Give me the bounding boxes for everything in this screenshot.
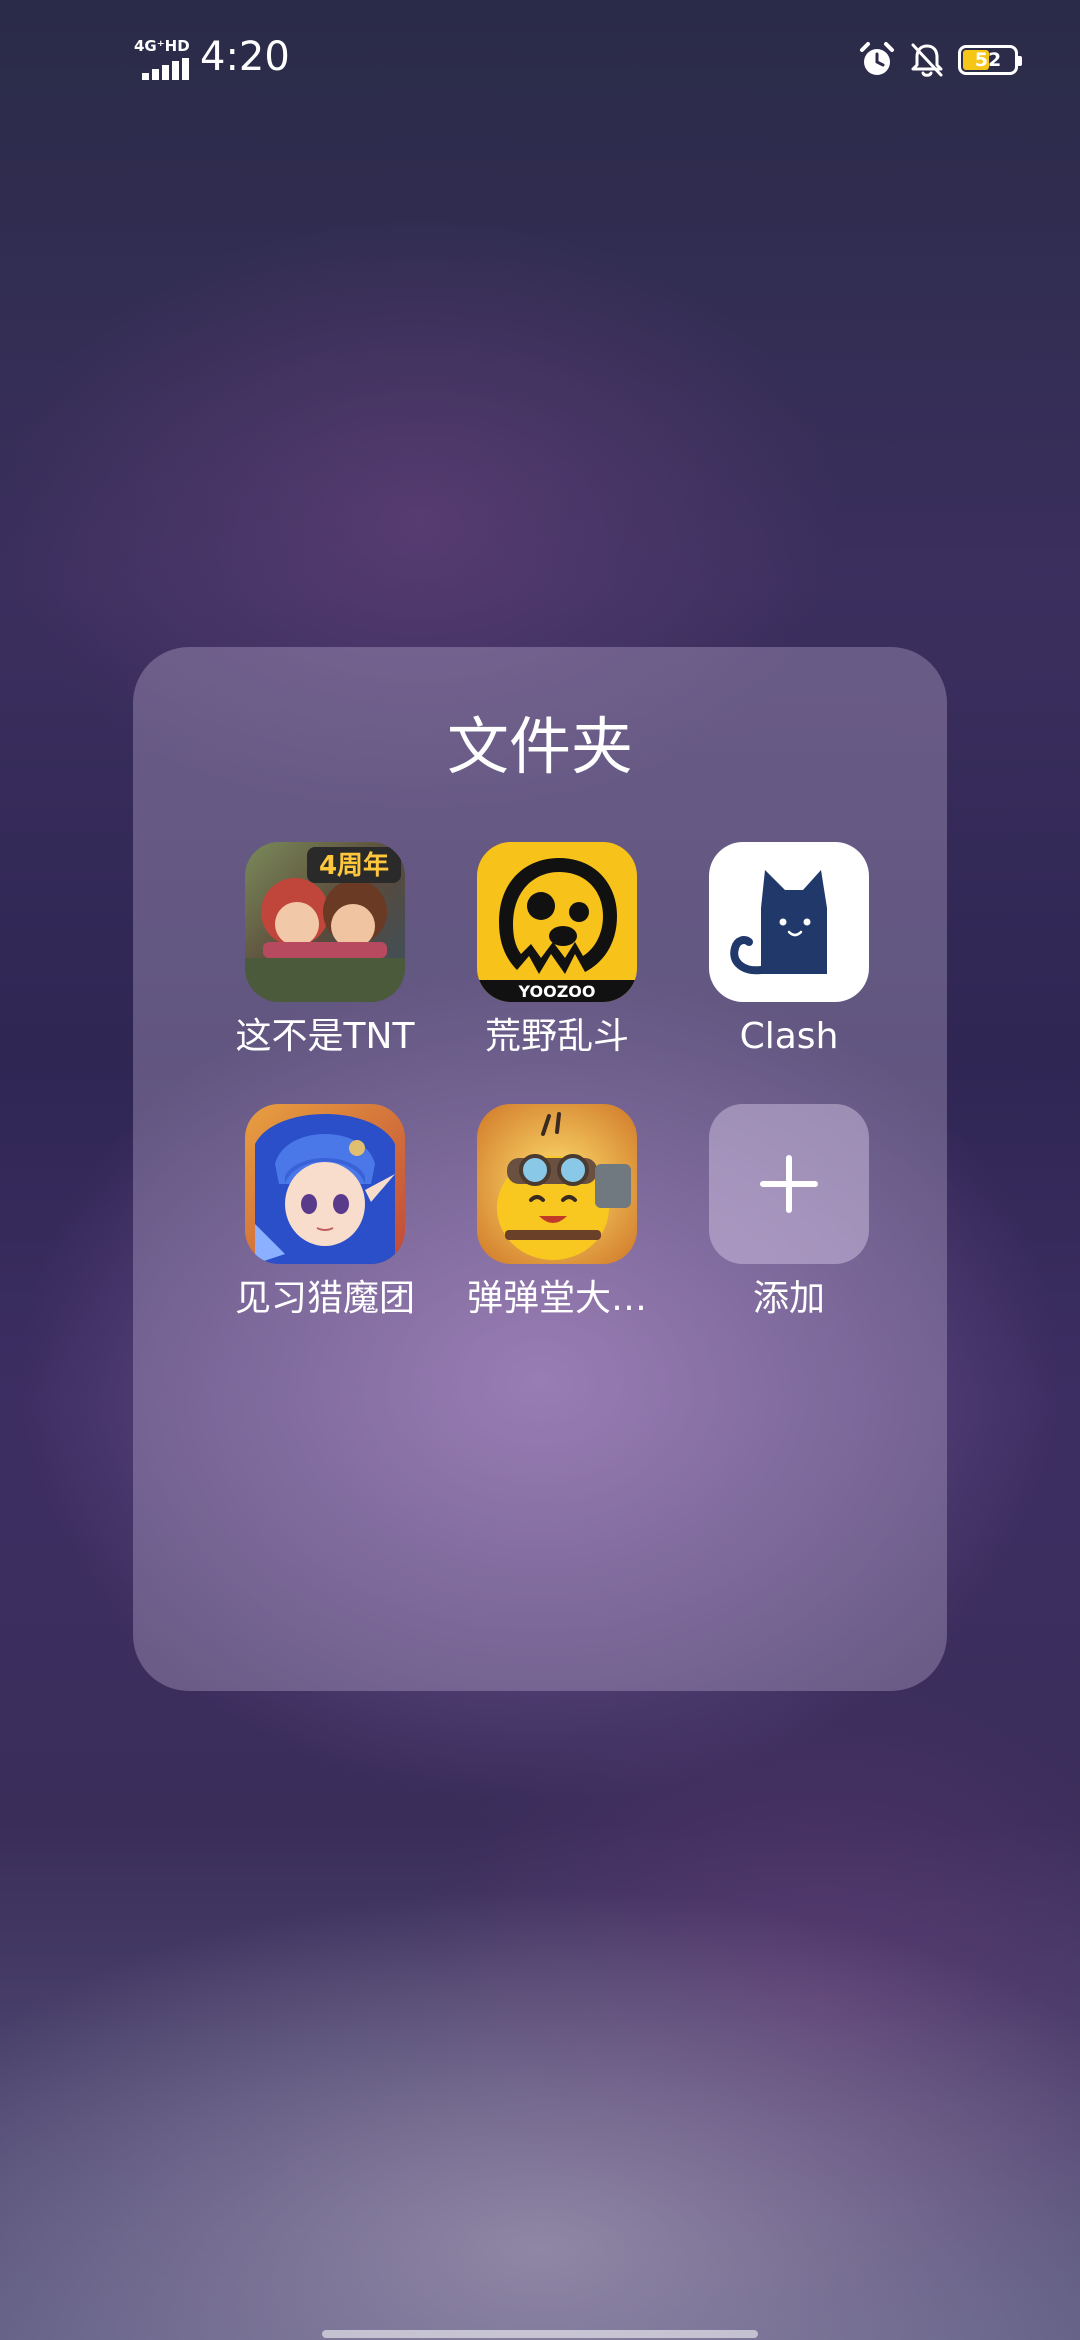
app-folder: 文件夹 4周年 这不是TNT YOOZOO 荒野乱斗 Clash 见习猎魔团 弹… [133, 647, 947, 1691]
hunter-girl-icon[interactable] [245, 1104, 405, 1264]
battery-terminal [1018, 56, 1022, 66]
signal-bars-icon [142, 58, 189, 80]
cellular-signal: 4G⁺HD [134, 38, 192, 80]
home-indicator[interactable] [322, 2330, 758, 2338]
tnt-game-icon[interactable]: 4周年 [245, 842, 405, 1002]
status-bar: 4G⁺HD 4:20 52 [0, 0, 1080, 120]
folder-title[interactable]: 文件夹 [133, 707, 947, 787]
brawl-stars-icon[interactable]: YOOZOO [477, 842, 637, 1002]
app-label-ddtank[interactable]: 弹弹堂大… [441, 1276, 673, 1322]
alarm-icon [860, 42, 894, 75]
app-label-add[interactable]: 添加 [673, 1276, 905, 1322]
tnt-badge-text: 4周年 [319, 850, 389, 881]
status-icons: 52 [858, 40, 1022, 80]
app-label-clash[interactable]: Clash [673, 1014, 905, 1060]
app-label-brawl-stars[interactable]: 荒野乱斗 [441, 1014, 673, 1060]
plus-icon[interactable] [709, 1104, 869, 1264]
app-label-hunter[interactable]: 见习猎魔团 [209, 1276, 441, 1322]
ddtank-chick-icon[interactable] [477, 1104, 637, 1264]
battery-level-text: 52 [974, 49, 1002, 71]
clock-time: 4:20 [200, 34, 290, 80]
network-type-label: 4G⁺HD [134, 37, 190, 55]
app-label-tnt[interactable]: 这不是TNT [209, 1014, 441, 1060]
brawl-brand-text: YOOZOO [517, 982, 595, 1001]
battery-icon: 52 [958, 45, 1022, 75]
bell-off-icon [911, 43, 943, 77]
clash-cat-icon[interactable] [709, 842, 869, 1002]
home-screen: 4G⁺HD 4:20 52 文件夹 4周年 这不是TNT YOOZOO 荒野乱斗… [0, 0, 1080, 2340]
